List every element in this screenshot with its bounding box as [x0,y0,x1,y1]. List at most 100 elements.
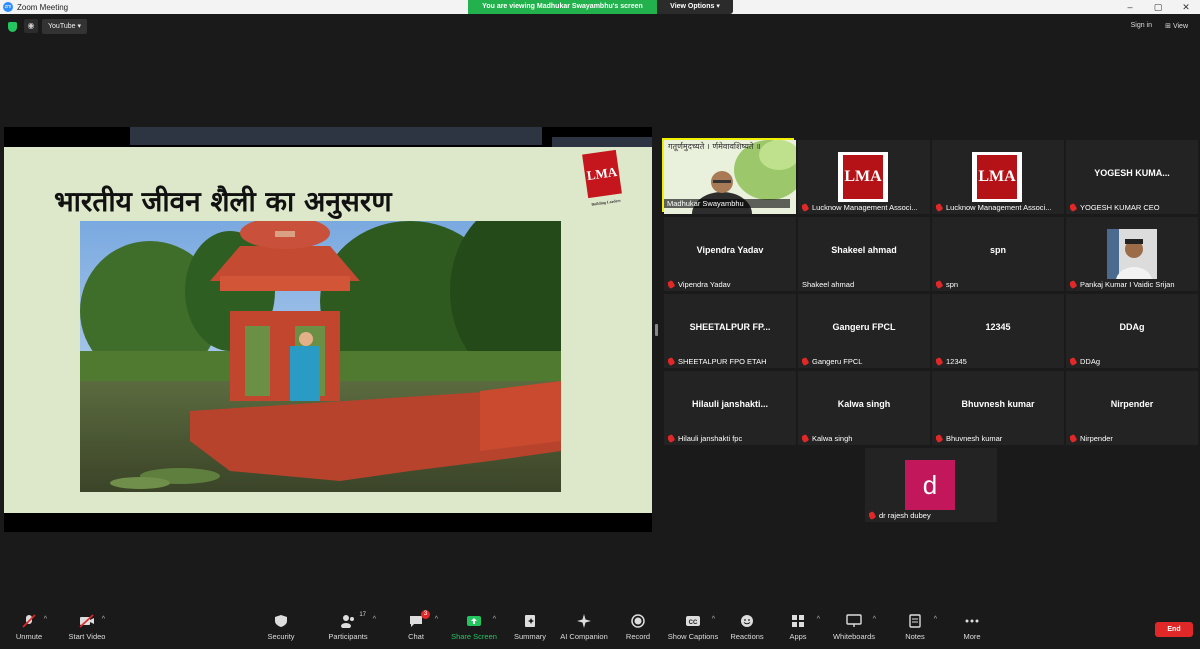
participant-tile[interactable]: LMA Lucknow Management Associ... [798,140,930,214]
participant-tile[interactable]: Nirpender Nirpender [1066,371,1198,445]
participant-tile[interactable]: Bhuvnesh kumar Bhuvnesh kumar [932,371,1064,445]
participant-tile[interactable]: Gangeru FPCL Gangeru FPCL [798,294,930,368]
mic-muted-icon [802,203,810,212]
stream-source-select[interactable]: YouTube ▾ [42,19,87,34]
window-controls: – ▢ ✕ [1116,0,1200,14]
mic-muted-icon [936,357,944,366]
participant-tile[interactable]: 12345 12345 [932,294,1064,368]
chevron-up-icon[interactable]: ^ [712,616,715,623]
security-label: Security [267,632,295,641]
participant-tile[interactable]: SHEETALPUR FP... SHEETALPUR FPO ETAH [664,294,796,368]
live-stream-icon[interactable]: ◉ [24,19,38,33]
participant-tile-active-speaker[interactable]: गतूर्णमुदच्यते । र्णमेवावशिष्यते ॥ Madhu… [662,138,796,214]
participant-tile[interactable]: spn spn [932,217,1064,291]
participant-display-name: DDAg [1119,322,1145,332]
participant-display-name: Vipendra Yadav [696,245,764,255]
chevron-up-icon[interactable]: ^ [373,616,376,623]
panel-resize-handle[interactable] [655,324,658,336]
lma-logo: LMA Building Leaders [582,149,622,207]
smiley-icon [739,614,755,628]
chevron-up-icon[interactable]: ^ [873,616,876,623]
apps-button[interactable]: ^ Apps [788,614,820,641]
view-menu-button[interactable]: ⊞ View [1165,22,1188,30]
chevron-down-icon: ▾ [716,3,720,10]
chat-unread-badge: 3 [421,610,430,619]
chat-button[interactable]: 3 ^ Chat [404,610,438,641]
summary-button[interactable]: Summary [513,614,547,641]
participant-name-label: DDAg [1070,357,1196,366]
chevron-up-icon[interactable]: ^ [817,616,820,623]
mic-muted-icon [936,280,944,289]
lma-logo-text: LMA [977,155,1017,199]
sign-in-link[interactable]: Sign in [1131,22,1152,29]
share-screen-button[interactable]: ^ Share Screen [451,614,497,641]
participant-name-label: Gangeru FPCL [802,357,928,366]
chevron-up-icon[interactable]: ^ [102,616,105,623]
view-options-label: View Options [670,3,715,10]
participant-display-name: Hilauli janshakti... [691,399,769,409]
reactions-button[interactable]: Reactions [730,614,764,641]
mic-muted-icon [936,434,944,443]
participant-tile[interactable]: Hilauli janshakti... Hilauli janshakti f… [664,371,796,445]
participants-count: 17 [359,612,366,618]
participant-display-name: 12345 [985,322,1011,332]
mic-muted-icon [802,357,810,366]
more-button[interactable]: More [960,614,984,641]
meeting-controls-bar: ^ Unmute ^ Start Video Security 17 ^ Par… [0,610,1200,649]
notes-button[interactable]: ^ Notes [904,614,937,641]
mic-muted-icon [802,434,810,443]
security-button[interactable]: Security [266,614,296,641]
chevron-up-icon[interactable]: ^ [934,616,937,623]
participant-display-name: Shakeel ahmad [831,245,897,255]
show-captions-button[interactable]: CC ^ Show Captions [667,614,719,641]
participant-name-label: YOGESH KUMAR CEO [1070,203,1196,212]
participant-tile[interactable]: Shakeel ahmad Shakeel ahmad [798,217,930,291]
participant-name: Gangeru FPCL [812,357,863,366]
close-button[interactable]: ✕ [1172,0,1200,14]
participant-name: spn [946,280,959,289]
end-meeting-button[interactable]: End [1155,622,1193,637]
more-dots-icon [964,614,980,628]
ai-companion-button[interactable]: AI Companion [559,614,609,641]
participants-icon: 17 ^ [340,612,376,629]
participant-tile[interactable]: LMA Lucknow Management Associ... [932,140,1064,214]
participants-button[interactable]: 17 ^ Participants [327,612,376,641]
share-screen-icon: ^ [466,614,496,628]
participant-name: Lucknow Management Associ... [812,203,918,212]
participant-display-name: Bhuvnesh kumar [961,399,1035,409]
participant-display-name: spn [989,245,1006,255]
participant-tile[interactable]: Kalwa singh Kalwa singh [798,371,930,445]
show-captions-label: Show Captions [667,632,719,641]
participant-name: SHEETALPUR FPO ETAH [678,357,767,366]
encryption-shield-icon[interactable] [8,22,17,32]
participant-name-label: spn [936,280,1062,289]
participant-tile[interactable]: Vipendra Yadav Vipendra Yadav [664,217,796,291]
notes-icon: ^ [907,614,937,628]
participant-tile[interactable]: d dr rajesh dubey [865,448,997,522]
participant-name: DDAg [1080,357,1101,366]
chat-label: Chat [408,632,424,641]
whiteboards-button[interactable]: ^ Whiteboards [832,614,876,641]
maximize-button[interactable]: ▢ [1144,0,1172,14]
view-options-button[interactable]: View Options ▾ [657,0,733,14]
presentation-slide: भारतीय जीवन शैली का अनुसरण LMA Building L… [4,147,652,513]
participant-tile[interactable]: Pankaj Kumar I Vaidic Srijan [1066,217,1198,291]
minimize-button[interactable]: – [1116,0,1144,14]
apps-icon: ^ [790,614,820,628]
chevron-up-icon[interactable]: ^ [44,616,47,623]
chevron-up-icon[interactable]: ^ [435,616,438,623]
unmute-button[interactable]: ^ Unmute [12,614,47,641]
participant-display-name: Nirpender [1110,399,1154,409]
record-button[interactable]: Record [624,614,652,641]
participant-tile[interactable]: DDAg DDAg [1066,294,1198,368]
reactions-label: Reactions [730,632,764,641]
mic-muted-icon: ^ [21,614,47,628]
participant-tile[interactable]: YOGESH KUMA... YOGESH KUMAR CEO [1066,140,1198,214]
participant-name-label: Hilauli janshakti fpc [668,434,794,443]
whiteboards-label: Whiteboards [832,632,876,641]
participant-name: dr rajesh dubey [879,511,931,520]
participant-name: Kalwa singh [812,434,853,443]
start-video-button[interactable]: ^ Start Video [66,614,108,641]
whiteboard-icon: ^ [846,614,876,628]
chevron-up-icon[interactable]: ^ [493,616,496,623]
